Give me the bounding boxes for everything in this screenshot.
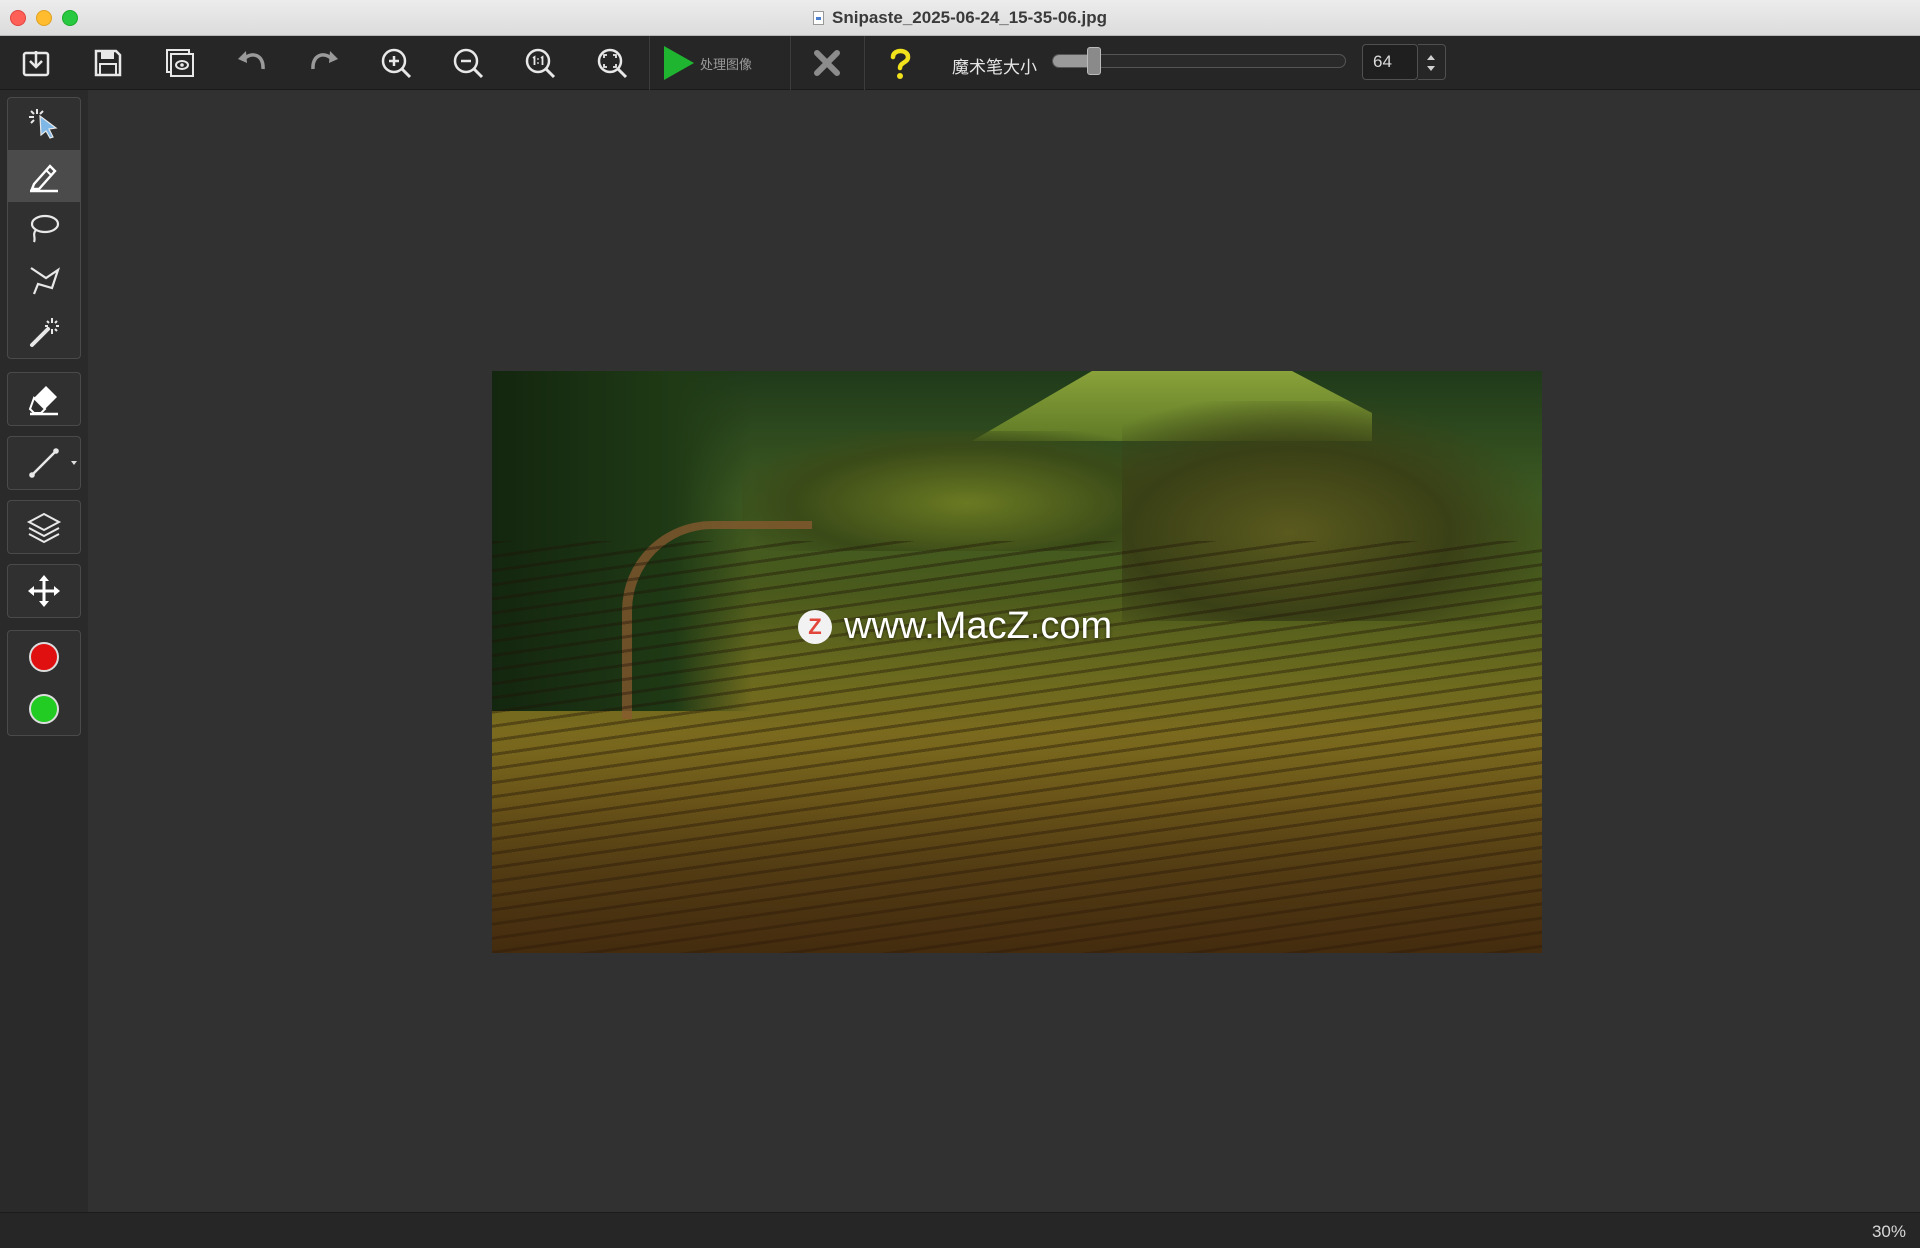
auto-select-tool[interactable]	[8, 98, 80, 150]
eraser-icon	[28, 386, 58, 416]
fit-to-window-button[interactable]	[588, 41, 636, 85]
watermark-logo: Z	[798, 609, 832, 644]
marker-tool[interactable]	[8, 150, 80, 202]
window-title: Snipaste_2025-06-24_15-35-06.jpg	[832, 8, 1107, 27]
image-preview[interactable]: Z www.MacZ.com	[492, 371, 1542, 953]
canvas-area[interactable]: Z www.MacZ.com	[88, 90, 1920, 1212]
move-icon	[28, 575, 60, 607]
lasso-icon	[30, 214, 60, 243]
cancel-icon	[814, 50, 840, 76]
zoom-in-icon	[381, 48, 412, 79]
process-icon	[664, 46, 694, 80]
eraser-group	[7, 372, 81, 426]
photo-shade	[492, 753, 1542, 953]
preview-icon	[166, 49, 194, 77]
actual-size-icon	[525, 48, 556, 79]
chevron-up-icon[interactable]	[1427, 55, 1435, 60]
move-tool[interactable]	[8, 565, 80, 617]
polygon-lasso-tool[interactable]	[8, 254, 80, 306]
brush-size-slider[interactable]	[1052, 47, 1346, 75]
undo-button[interactable]	[228, 41, 276, 85]
brush-size-input[interactable]: 64	[1362, 44, 1418, 80]
lasso-tool[interactable]	[8, 202, 80, 254]
watermark: Z www.MacZ.com	[798, 605, 1112, 648]
cancel-button[interactable]	[803, 41, 851, 85]
move-group	[7, 564, 81, 618]
toolbar-separator	[649, 36, 650, 90]
color-group	[7, 630, 81, 736]
keep-color-swatch[interactable]	[8, 683, 80, 735]
auto-select-icon	[29, 109, 58, 139]
save-icon	[94, 49, 122, 77]
process-label: 处理图像	[700, 56, 753, 72]
remove-color-swatch[interactable]	[8, 631, 80, 683]
actual-size-button[interactable]	[516, 41, 564, 85]
line-tool[interactable]	[8, 437, 80, 489]
import-icon	[22, 51, 50, 77]
title-bar: Snipaste_2025-06-24_15-35-06.jpg	[0, 0, 1920, 36]
preview-button[interactable]	[156, 41, 204, 85]
zoom-out-button[interactable]	[444, 41, 492, 85]
zoom-in-button[interactable]	[372, 41, 420, 85]
tool-panel	[0, 90, 88, 1212]
chevron-down-icon[interactable]	[71, 461, 77, 465]
chevron-down-icon[interactable]	[1427, 66, 1435, 71]
brush-size-label: 魔术笔大小	[952, 58, 1037, 77]
magic-wand-icon	[30, 318, 59, 347]
window-title-wrap: Snipaste_2025-06-24_15-35-06.jpg	[0, 0, 1920, 36]
help-icon	[890, 48, 911, 79]
watermark-text: www.MacZ.com	[844, 605, 1113, 647]
layers-tool[interactable]	[8, 501, 80, 553]
slider-thumb[interactable]	[1086, 47, 1101, 75]
redo-icon	[311, 51, 338, 70]
process-image-button[interactable]: 处理图像	[664, 41, 780, 85]
layers-group	[7, 500, 81, 554]
line-icon	[29, 448, 59, 478]
undo-icon	[238, 51, 265, 70]
zoom-level: 30%	[1871, 1222, 1906, 1241]
toolbar-separator	[790, 36, 791, 90]
zoom-out-icon	[453, 48, 484, 79]
green-color-swatch	[29, 694, 59, 724]
help-button[interactable]	[876, 41, 924, 85]
layers-icon	[26, 512, 62, 544]
import-button[interactable]	[12, 41, 60, 85]
document-icon	[813, 11, 824, 25]
polygon-lasso-icon	[30, 267, 61, 295]
brush-size-stepper[interactable]	[1418, 44, 1446, 80]
redo-button[interactable]	[300, 41, 348, 85]
toolbar-separator	[864, 36, 865, 90]
status-bar: 30%	[0, 1212, 1920, 1248]
save-button[interactable]	[84, 41, 132, 85]
eraser-tool[interactable]	[8, 373, 80, 425]
fit-icon	[597, 48, 628, 79]
marker-icon	[30, 164, 58, 193]
magic-wand-tool[interactable]	[8, 306, 80, 358]
red-color-swatch	[29, 642, 59, 672]
toolbar: 处理图像 魔术笔大小	[0, 36, 1920, 90]
selection-tools-group	[7, 97, 81, 359]
line-group	[7, 436, 81, 490]
